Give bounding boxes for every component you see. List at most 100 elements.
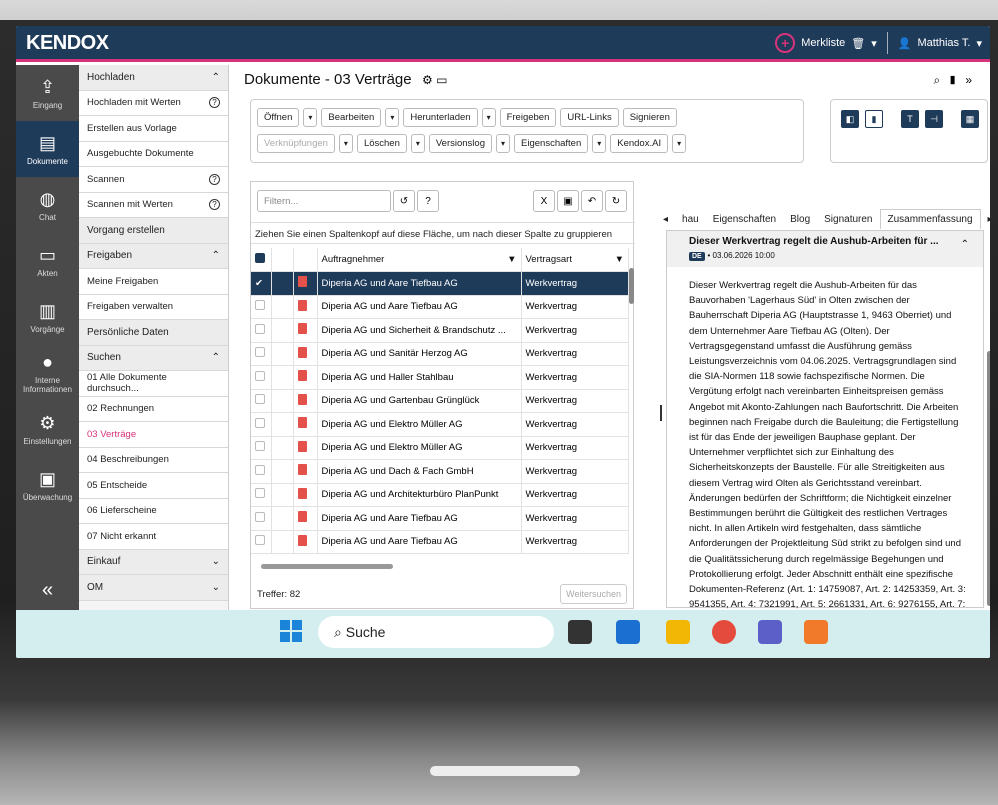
refresh-icon[interactable]: ↻ bbox=[605, 190, 627, 212]
task-view-icon[interactable] bbox=[568, 620, 592, 644]
nav-item[interactable]: Meine Freigaben bbox=[79, 269, 228, 295]
nav-item[interactable]: 07 Nicht erkannt bbox=[79, 524, 228, 550]
user-menu-chevron-icon[interactable]: ▾ bbox=[976, 37, 982, 50]
dropdown-toggle-icon[interactable]: ▾ bbox=[338, 134, 353, 153]
nav-item[interactable]: 06 Lieferscheine bbox=[79, 498, 228, 524]
nav-item[interactable]: Persönliche Daten bbox=[79, 320, 228, 346]
save-icon[interactable]: ▣ bbox=[557, 190, 579, 212]
merkliste-label[interactable]: Merkliste bbox=[801, 37, 845, 49]
nav-item[interactable]: Suchen ⌃ bbox=[79, 345, 228, 371]
nav-item[interactable]: 04 Beschreibungen bbox=[79, 447, 228, 473]
summary-header[interactable]: Dieser Werkvertrag regelt die Aushub-Arb… bbox=[667, 231, 983, 267]
split-icon[interactable]: ⊣ bbox=[925, 110, 943, 128]
excel-icon[interactable]: X bbox=[533, 190, 555, 212]
toolbar-button[interactable]: Öffnen bbox=[257, 108, 300, 127]
filter-input[interactable]: Filtern... bbox=[257, 190, 391, 212]
nav-item[interactable]: Scannen mit Werten? bbox=[79, 192, 228, 218]
grid-icon[interactable]: ▦ bbox=[961, 110, 979, 128]
continue-search-button[interactable]: Weitersuchen bbox=[560, 584, 627, 604]
column-header-vertragsart[interactable]: Vertragsart ▼ bbox=[521, 248, 629, 272]
dropdown-toggle-icon[interactable]: ▾ bbox=[410, 134, 425, 153]
row-checkbox[interactable] bbox=[251, 436, 272, 460]
row-checkbox[interactable] bbox=[251, 365, 272, 390]
row-checkbox[interactable] bbox=[251, 342, 272, 366]
dropdown-toggle-icon[interactable]: ▾ bbox=[481, 108, 496, 127]
panel-toggle-icon[interactable]: ◧ bbox=[841, 110, 859, 128]
select-all-checkbox[interactable] bbox=[251, 248, 272, 272]
toolbar-button[interactable]: URL-Links bbox=[560, 108, 619, 127]
lock-icon[interactable]: ▮ bbox=[865, 110, 883, 128]
toolbar-button[interactable]: Löschen bbox=[356, 134, 407, 153]
row-checkbox[interactable]: ✔ bbox=[251, 271, 272, 296]
toolbar-button[interactable]: Kendox.AI bbox=[610, 134, 669, 153]
rail-item-chat[interactable]: ◍ Chat bbox=[16, 177, 79, 233]
chrome-icon[interactable] bbox=[712, 620, 736, 644]
row-checkbox[interactable] bbox=[251, 389, 272, 413]
chevron-up-icon[interactable]: ⌃ bbox=[961, 239, 969, 250]
toolbar-button[interactable]: Eigenschaften bbox=[514, 134, 589, 153]
grid-horizontal-scrollbar[interactable] bbox=[261, 564, 393, 569]
outlook-icon[interactable] bbox=[616, 620, 640, 644]
tab-6[interactable]: ▸ bbox=[981, 210, 990, 229]
nav-item[interactable]: Freigaben ⌃ bbox=[79, 243, 228, 269]
folder-icon[interactable]: ▭ bbox=[436, 73, 447, 87]
rail-item-eingang[interactable]: ⇪ Eingang bbox=[16, 65, 79, 121]
add-icon[interactable]: + bbox=[775, 33, 796, 53]
nav-item[interactable]: 01 Alle Dokumente durchsuch... bbox=[79, 371, 228, 397]
user-name[interactable]: Matthias T. bbox=[917, 37, 970, 49]
tab-0[interactable]: ◂ bbox=[656, 210, 675, 229]
text-icon[interactable]: T bbox=[901, 110, 919, 128]
nav-item[interactable]: Freigaben verwalten bbox=[79, 294, 228, 320]
tab-3[interactable]: Blog bbox=[783, 210, 817, 229]
chevron-down-icon[interactable]: ⌄ bbox=[212, 556, 220, 567]
chevron-up-icon[interactable]: ⌃ bbox=[212, 72, 220, 83]
expand-icon[interactable]: » bbox=[965, 73, 980, 87]
tab-5[interactable]: Zusammenfassung bbox=[879, 209, 981, 229]
teams-icon[interactable] bbox=[758, 620, 782, 644]
table-row[interactable]: Diperia AG und Elektro Müller AG Werkvert… bbox=[251, 412, 629, 437]
lock-icon[interactable]: ▮ bbox=[948, 73, 965, 87]
search-icon[interactable]: ⌕ bbox=[933, 73, 948, 87]
nav-item[interactable]: Ausgebuchte Dokumente bbox=[79, 141, 228, 167]
nav-item[interactable]: 02 Rechnungen bbox=[79, 396, 228, 422]
column-header-auftragnehmer[interactable]: Auftragnehmer ▼ bbox=[317, 248, 522, 272]
help-icon[interactable]: ? bbox=[209, 173, 220, 185]
kendox-taskbar-icon[interactable] bbox=[804, 620, 828, 644]
rail-item-akten[interactable]: ▭ Akten bbox=[16, 233, 79, 289]
undo-icon[interactable]: ↶ bbox=[581, 190, 603, 212]
table-row[interactable]: Diperia AG und Aare Tiefbau AG Werkvertra… bbox=[251, 295, 629, 319]
nav-item[interactable]: Scannen? bbox=[79, 167, 228, 193]
row-checkbox[interactable] bbox=[251, 530, 272, 554]
row-checkbox[interactable] bbox=[251, 459, 272, 484]
table-row[interactable]: Diperia AG und Aare Tiefbau AG Werkvertra… bbox=[251, 530, 629, 554]
nav-item[interactable]: 03 Verträge bbox=[79, 422, 228, 448]
file-explorer-icon[interactable] bbox=[666, 620, 690, 644]
reset-icon[interactable]: ↺ bbox=[393, 190, 415, 212]
rail-item-dokumente[interactable]: ▤ Dokumente bbox=[16, 121, 79, 177]
dropdown-toggle-icon[interactable]: ▾ bbox=[672, 134, 687, 153]
filter-icon[interactable]: ▼ bbox=[615, 254, 624, 265]
nav-item[interactable]: 05 Entscheide bbox=[79, 473, 228, 499]
table-row[interactable]: Diperia AG und Gartenbau Grünglück Werkve… bbox=[251, 389, 629, 413]
rail-item-einstellungen[interactable]: ⚙ Einstellungen bbox=[16, 401, 79, 457]
filter-icon[interactable]: ▼ bbox=[507, 254, 516, 265]
tab-1[interactable]: hau bbox=[675, 210, 706, 229]
toolbar-button[interactable]: Verknüpfungen bbox=[257, 134, 335, 153]
row-checkbox[interactable] bbox=[251, 318, 272, 343]
table-row[interactable]: Diperia AG und Elektro Müller AG Werkvert… bbox=[251, 436, 629, 460]
toolbar-button[interactable]: Freigeben bbox=[499, 108, 557, 127]
table-row[interactable]: Diperia AG und Sicherheit & Brandschutz … bbox=[251, 318, 629, 343]
toolbar-button[interactable]: Versionslog bbox=[428, 134, 492, 153]
dropdown-toggle-icon[interactable]: ▾ bbox=[303, 108, 318, 127]
summary-scrollbar[interactable] bbox=[987, 351, 990, 606]
nav-item[interactable]: Erstellen aus Vorlage bbox=[79, 116, 228, 142]
windows-start-icon[interactable] bbox=[280, 620, 302, 642]
help-icon[interactable]: ? bbox=[209, 97, 220, 109]
row-checkbox[interactable] bbox=[251, 412, 272, 437]
rail-item-ueberwachung[interactable]: ▣ Überwachung bbox=[16, 457, 79, 513]
nav-item[interactable]: Hochladen mit Werten? bbox=[79, 90, 228, 116]
toolbar-button[interactable]: Herunterladen bbox=[403, 108, 478, 127]
table-row[interactable]: Diperia AG und Haller Stahlbau Werkvertra… bbox=[251, 365, 629, 390]
dropdown-toggle-icon[interactable]: ▾ bbox=[496, 134, 511, 153]
settings-icon[interactable]: ⚙ bbox=[422, 73, 433, 87]
